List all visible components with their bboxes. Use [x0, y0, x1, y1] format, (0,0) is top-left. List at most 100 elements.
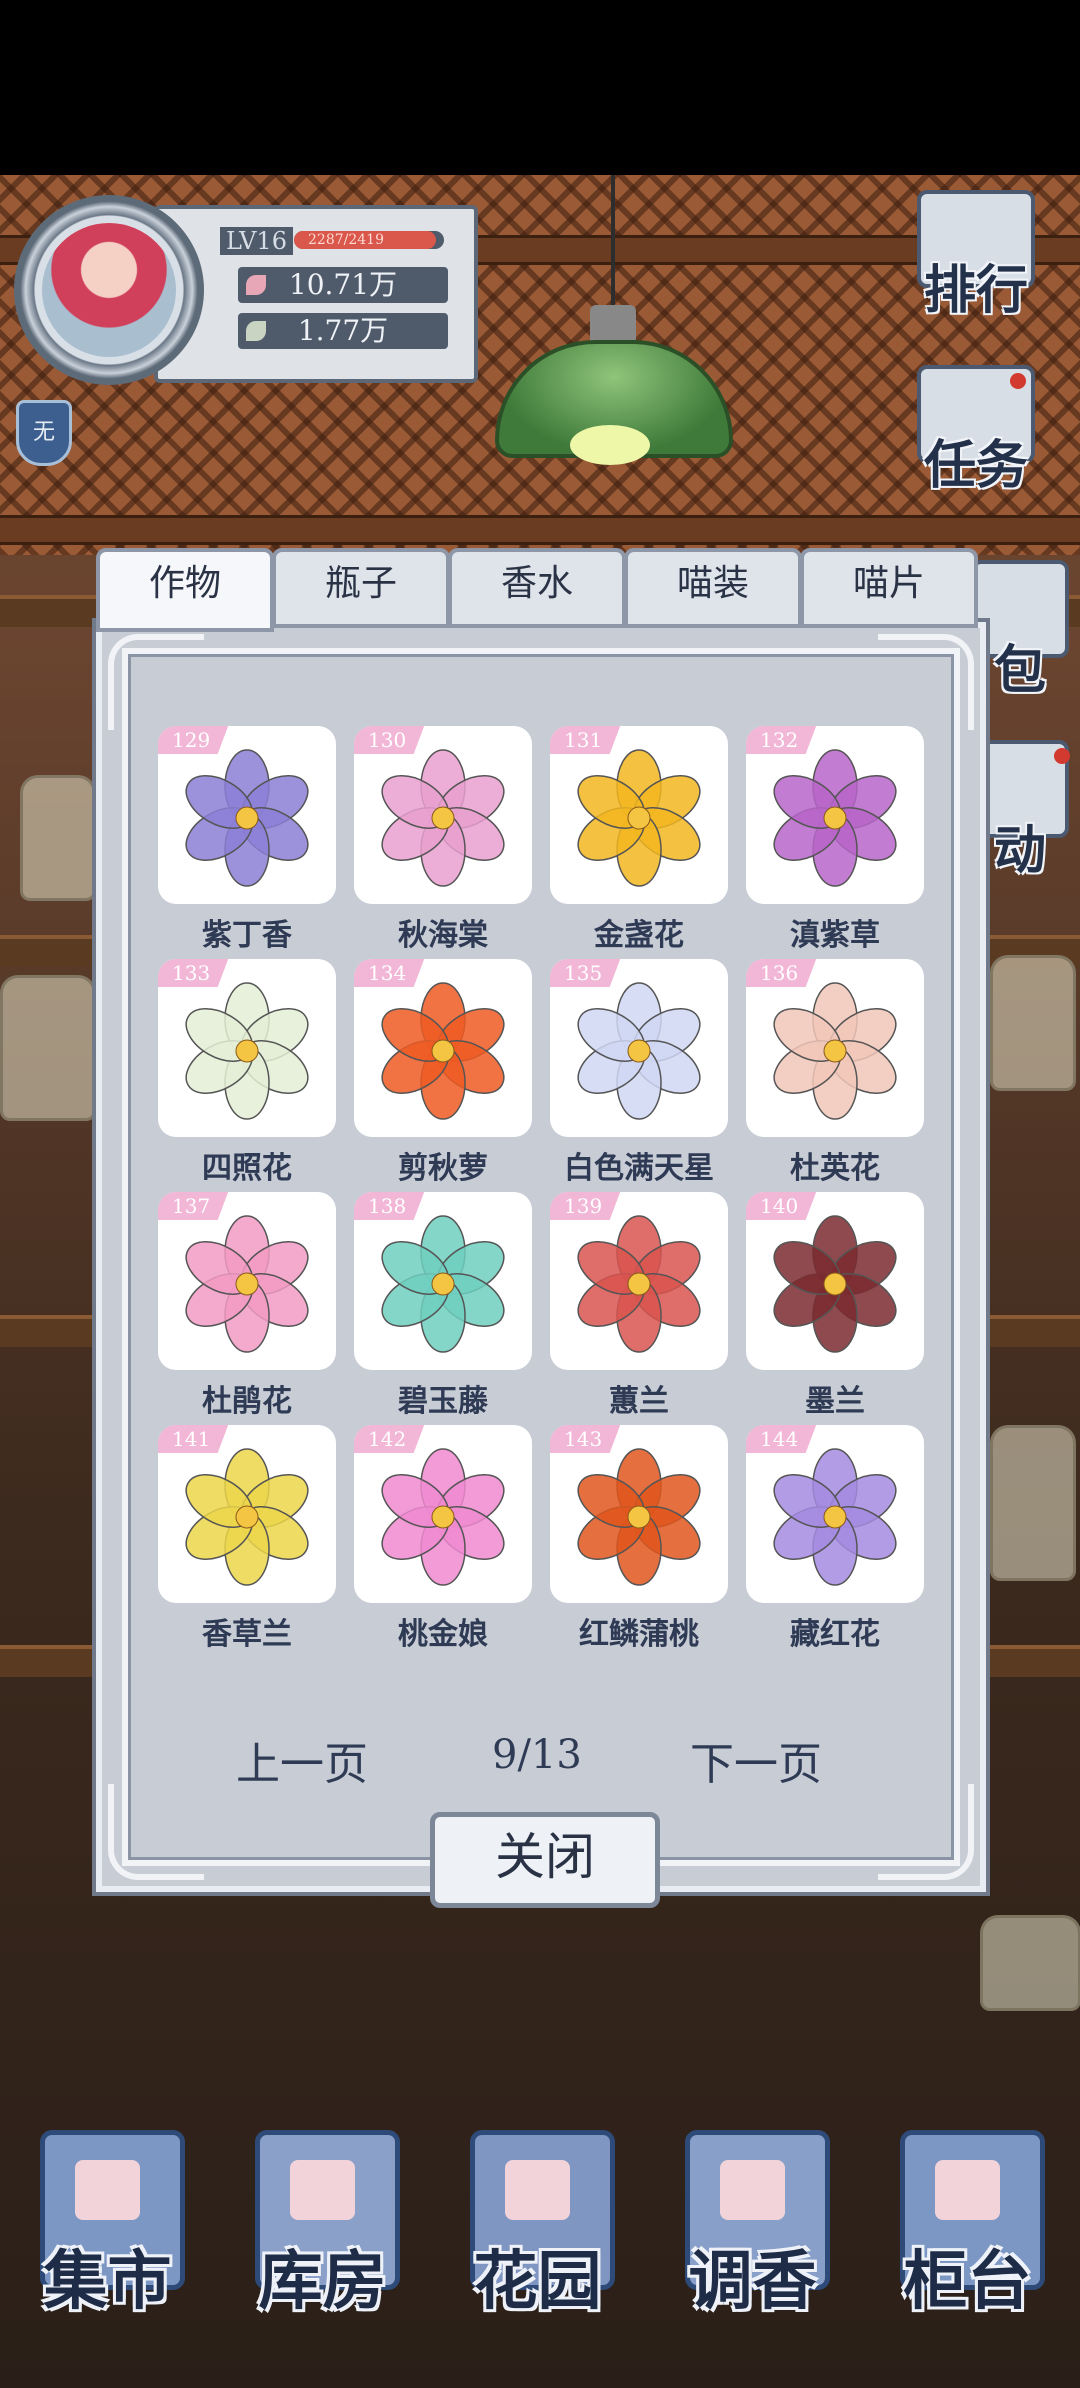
tab-bottles[interactable]: 瓶子	[272, 548, 450, 628]
item-number: 142	[354, 1425, 425, 1453]
item-name: 金盏花	[594, 918, 684, 953]
item-name: 墨兰	[805, 1384, 865, 1419]
ranking-button[interactable]: 排行	[916, 190, 1036, 323]
bottom-nav: 集市 库房 花园 调香 柜台	[0, 2130, 1080, 2350]
item-cell[interactable]: 139 蕙兰	[550, 1192, 728, 1420]
item-cell[interactable]: 142 桃金娘	[354, 1425, 532, 1653]
player-profile[interactable]: LV16 2287/2419 10.71万 1.77万	[14, 195, 478, 385]
item-card: 136	[746, 959, 924, 1137]
item-name: 剪秋萝	[398, 1151, 488, 1186]
item-number: 141	[158, 1425, 229, 1453]
nav-counter-button[interactable]: 柜台	[880, 2130, 1055, 2330]
item-cell[interactable]: 144 藏红花	[746, 1425, 924, 1653]
close-button[interactable]: 关闭	[430, 1812, 660, 1908]
tab-crops[interactable]: 作物	[96, 548, 274, 632]
item-cell[interactable]: 140 墨兰	[746, 1192, 924, 1420]
petal-icon	[246, 275, 266, 295]
item-cell[interactable]: 137 杜鹃花	[158, 1192, 336, 1420]
lamp-bulb	[570, 425, 650, 465]
item-card: 137	[158, 1192, 336, 1370]
item-cell[interactable]: 131 金盏花	[550, 726, 728, 954]
level-label: LV16	[220, 227, 293, 255]
item-cell[interactable]: 134 剪秋萝	[354, 959, 532, 1187]
jar	[20, 775, 96, 901]
notification-dot	[1054, 748, 1070, 764]
corner-ornament	[878, 634, 974, 730]
item-cell[interactable]: 141 香草兰	[158, 1425, 336, 1653]
nav-warehouse-button[interactable]: 库房	[235, 2130, 410, 2330]
item-name: 蕙兰	[609, 1384, 669, 1419]
item-number: 136	[746, 959, 817, 987]
nav-label: 柜台	[903, 2244, 1032, 2319]
prev-page-button[interactable]: 上一页	[236, 1728, 368, 1792]
item-cell[interactable]: 138 碧玉藤	[354, 1192, 532, 1420]
item-card: 132	[746, 726, 924, 904]
corner-ornament	[878, 1784, 974, 1880]
tab-cat-cards[interactable]: 喵片	[800, 548, 978, 628]
item-card: 134	[354, 959, 532, 1137]
item-number: 129	[158, 726, 229, 754]
nav-market-button[interactable]: 集市	[20, 2130, 195, 2330]
item-card: 141	[158, 1425, 336, 1603]
rank-badge-label: 无	[32, 420, 55, 445]
jar	[990, 1425, 1076, 1581]
item-number: 131	[550, 726, 621, 754]
garden-rose-icon	[505, 2160, 570, 2220]
nav-perfume-blend-button[interactable]: 调香	[665, 2130, 840, 2330]
item-cell[interactable]: 130 秋海棠	[354, 726, 532, 954]
item-name: 碧玉藤	[398, 1384, 488, 1419]
item-number: 132	[746, 726, 817, 754]
jar	[980, 1915, 1080, 2011]
jar	[990, 955, 1076, 1091]
xp-text: 2287/2419	[308, 232, 384, 248]
wood-beam	[0, 515, 1080, 545]
item-cell[interactable]: 143 红鳞蒲桃	[550, 1425, 728, 1653]
tab-cat-cards-label: 喵片	[852, 563, 925, 604]
item-card: 129	[158, 726, 336, 904]
item-card: 139	[550, 1192, 728, 1370]
nav-garden-rose-button[interactable]: 花园	[450, 2130, 625, 2330]
currency-leaf: 1.77万	[238, 313, 448, 349]
item-cell[interactable]: 135 白色满天星	[550, 959, 728, 1187]
ranking-label: 排行	[923, 260, 1028, 321]
item-name: 杜鹃花	[202, 1384, 292, 1419]
quest-label: 任务	[923, 435, 1028, 496]
item-name: 紫丁香	[202, 918, 292, 953]
lamp-cord	[611, 175, 615, 315]
currency-petal: 10.71万	[238, 267, 448, 303]
item-card: 135	[550, 959, 728, 1137]
corner-ornament	[108, 634, 204, 730]
item-name: 杜英花	[790, 1151, 880, 1186]
item-card: 144	[746, 1425, 924, 1603]
item-number: 135	[550, 959, 621, 987]
item-name: 红鳞蒲桃	[579, 1617, 699, 1652]
item-number: 130	[354, 726, 425, 754]
warehouse-icon	[290, 2160, 355, 2220]
jar	[0, 975, 96, 1121]
item-number: 134	[354, 959, 425, 987]
tab-perfume[interactable]: 香水	[448, 548, 626, 628]
item-name: 白色满天星	[564, 1151, 714, 1186]
tab-cat-outfits[interactable]: 喵装	[624, 548, 802, 628]
item-cell[interactable]: 129 紫丁香	[158, 726, 336, 954]
item-card: 142	[354, 1425, 532, 1603]
item-card: 130	[354, 726, 532, 904]
currency-leaf-value: 1.77万	[297, 314, 389, 347]
category-tabs: 作物 瓶子 香水 喵装 喵片	[96, 548, 978, 632]
item-cell[interactable]: 132 滇紫草	[746, 726, 924, 954]
item-name: 藏红花	[790, 1617, 880, 1652]
item-card: 133	[158, 959, 336, 1137]
item-name: 秋海棠	[398, 918, 488, 953]
quest-button[interactable]: 任务	[916, 365, 1036, 498]
next-page-button[interactable]: 下一页	[690, 1728, 822, 1792]
market-icon	[75, 2160, 140, 2220]
avatar[interactable]	[42, 223, 176, 357]
item-number: 144	[746, 1425, 817, 1453]
avatar-frame	[14, 195, 204, 385]
item-number: 137	[158, 1192, 229, 1220]
rank-badge[interactable]: 无	[16, 400, 72, 466]
item-cell[interactable]: 136 杜英花	[746, 959, 924, 1187]
item-cell[interactable]: 133 四照花	[158, 959, 336, 1187]
nav-label: 花园	[473, 2244, 602, 2319]
item-name: 滇紫草	[790, 918, 880, 953]
